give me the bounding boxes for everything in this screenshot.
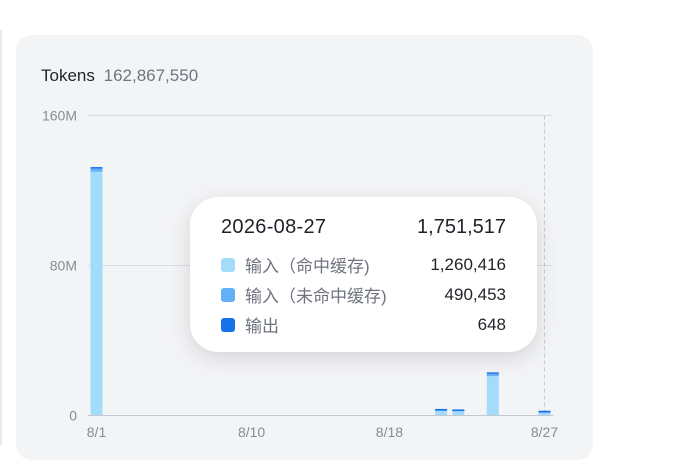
y-tick-label: 80M [50, 258, 77, 274]
bar-segment [538, 410, 551, 413]
bar-segment [486, 372, 499, 374]
tooltip-item-cache-miss: 输入（未命中缓存) 490,453 [221, 282, 506, 307]
bar-segment [90, 168, 103, 172]
legend-swatch [221, 287, 235, 302]
tooltip-item-label: 输入（命中缓存) [245, 257, 370, 276]
chart-tooltip: 2026-08-27 1,751,517 输入（命中缓存) 1,260,416 … [190, 197, 537, 352]
y-tick-label: 0 [69, 408, 77, 424]
tooltip-item-value: 648 [477, 314, 506, 334]
tooltip-item-value: 490,453 [444, 284, 506, 304]
bar-segment [486, 376, 499, 416]
legend-swatch [221, 257, 235, 272]
legend-swatch [221, 317, 235, 332]
bar-segment [435, 408, 448, 411]
tooltip-item-cache-hit: 输入（命中缓存) 1,260,416 [221, 252, 506, 277]
tooltip-item-output: 输出 648 [221, 312, 506, 337]
bar-segment [452, 411, 465, 416]
bar-segment [435, 411, 448, 416]
x-tick-label: 8/1 [87, 424, 107, 440]
bar-segment [486, 373, 499, 377]
tooltip-total: 1,751,517 [417, 216, 506, 238]
tooltip-item-label: 输出 [245, 317, 279, 336]
x-tick-label: 8/10 [238, 424, 265, 440]
bar-segment [90, 167, 103, 169]
x-tick-label: 8/18 [376, 424, 403, 440]
x-tick-label: 8/27 [531, 424, 558, 440]
bar-segment [452, 409, 465, 411]
tooltip-header: 2026-08-27 1,751,517 [221, 216, 506, 239]
bar-segment [90, 171, 103, 416]
tooltip-item-value: 1,260,416 [430, 254, 506, 274]
tooltip-item-label: 输入（未命中缓存) [245, 287, 387, 306]
tooltip-date: 2026-08-27 [221, 216, 327, 238]
y-tick-label: 160M [42, 108, 77, 124]
